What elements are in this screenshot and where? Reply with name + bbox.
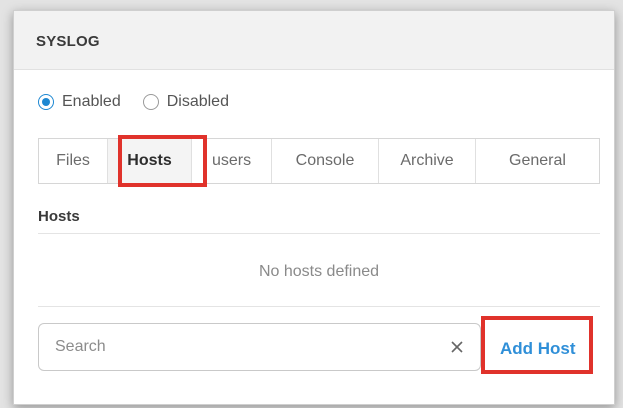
tab-users[interactable]: users: [192, 139, 272, 183]
search-field: [38, 323, 481, 371]
tab-general[interactable]: General: [476, 139, 599, 183]
radio-checked-icon[interactable]: [38, 94, 54, 110]
hosts-section-title: Hosts: [38, 208, 80, 225]
status-radio-group: Enabled Disabled: [38, 91, 251, 113]
syslog-tabs: Files Hosts users Console Archive Genera…: [38, 138, 600, 184]
radio-label-disabled: Disabled: [166, 93, 229, 110]
tab-hosts[interactable]: Hosts: [108, 139, 192, 183]
syslog-panel: SYSLOG Enabled Disabled Files Hosts user…: [13, 10, 615, 405]
hosts-empty-message: No hosts defined: [258, 263, 380, 280]
tab-console[interactable]: Console: [272, 139, 379, 183]
section-divider-top: [38, 233, 600, 234]
screenshot-stage: SYSLOG Enabled Disabled Files Hosts user…: [0, 0, 623, 408]
radio-disabled[interactable]: Disabled: [142, 93, 229, 111]
radio-label-enabled: Enabled: [62, 93, 121, 110]
section-divider-bottom: [38, 306, 600, 307]
search-input[interactable]: [55, 324, 435, 370]
panel-title: SYSLOG: [36, 33, 100, 50]
radio-enabled[interactable]: Enabled: [38, 93, 121, 111]
add-host-button[interactable]: Add Host: [500, 339, 576, 359]
tab-archive[interactable]: Archive: [379, 139, 476, 183]
close-icon[interactable]: [448, 338, 466, 356]
tab-files[interactable]: Files: [39, 139, 108, 183]
panel-header: SYSLOG: [14, 11, 614, 70]
radio-unchecked-icon[interactable]: [142, 94, 159, 110]
